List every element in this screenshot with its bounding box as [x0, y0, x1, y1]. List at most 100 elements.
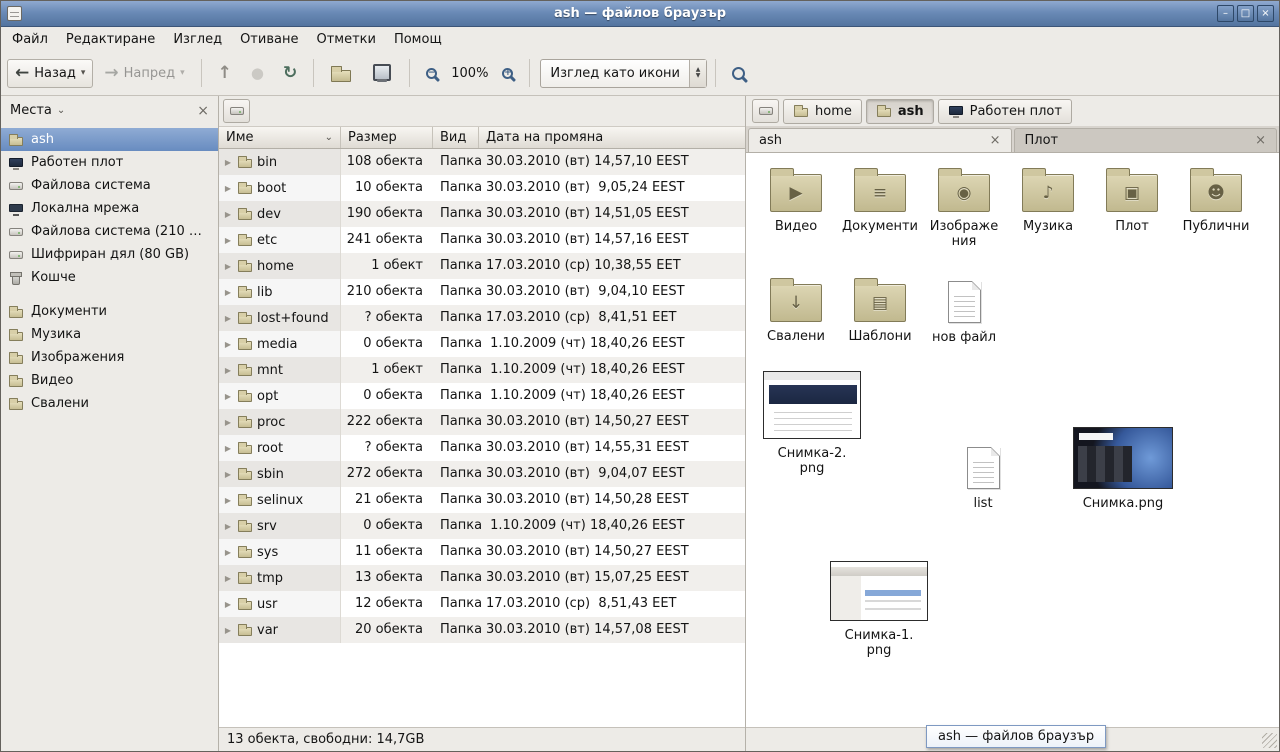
- icon-view-item[interactable]: ↓ Свалени: [754, 275, 838, 345]
- icon-view-item[interactable]: ☻ Публични: [1174, 165, 1258, 249]
- tab[interactable]: ash ×: [748, 128, 1012, 152]
- expander-icon[interactable]: ▶: [223, 314, 233, 323]
- sidebar-item[interactable]: Кошче: [1, 266, 218, 289]
- file-row[interactable]: ▶ sys 11 обекта Папка 30.03.2010 (вт) 14…: [219, 539, 745, 565]
- expander-icon[interactable]: ▶: [223, 340, 233, 349]
- menu-item[interactable]: Отиване: [231, 27, 307, 51]
- expander-icon[interactable]: ▶: [223, 470, 233, 479]
- sidebar-close-icon[interactable]: ×: [197, 104, 209, 118]
- sidebar-item[interactable]: ash: [1, 128, 218, 151]
- file-row[interactable]: ▶ root ? обекта Папка 30.03.2010 (вт) 14…: [219, 435, 745, 461]
- menu-item[interactable]: Редактиране: [57, 27, 164, 51]
- file-row[interactable]: ▶ etc 241 обекта Папка 30.03.2010 (вт) 1…: [219, 227, 745, 253]
- search-button[interactable]: [724, 61, 753, 86]
- file-row[interactable]: ▶ boot 10 обекта Папка 30.03.2010 (вт) 9…: [219, 175, 745, 201]
- forward-button[interactable]: → Напред ▾: [96, 59, 192, 88]
- zoom-in-button[interactable]: +: [494, 62, 521, 85]
- maximize-button[interactable]: □: [1237, 5, 1254, 22]
- column-header-type[interactable]: Вид: [433, 127, 479, 148]
- file-row[interactable]: ▶ tmp 13 обекта Папка 30.03.2010 (вт) 15…: [219, 565, 745, 591]
- sidebar-item[interactable]: Видео: [1, 369, 218, 392]
- expander-icon[interactable]: ▶: [223, 522, 233, 531]
- file-row[interactable]: ▶ selinux 21 обекта Папка 30.03.2010 (вт…: [219, 487, 745, 513]
- sidebar-item[interactable]: Локална мрежа: [1, 197, 218, 220]
- up-button[interactable]: ↑: [210, 59, 240, 88]
- file-row[interactable]: ▶ srv 0 обекта Папка 1.10.2009 (чт) 18,4…: [219, 513, 745, 539]
- file-row[interactable]: ▶ usr 12 обекта Папка 17.03.2010 (ср) 8,…: [219, 591, 745, 617]
- column-header-date[interactable]: Дата на промяна: [479, 127, 745, 148]
- file-row[interactable]: ▶ proc 222 обекта Папка 30.03.2010 (вт) …: [219, 409, 745, 435]
- column-header-name[interactable]: Име ⌄: [219, 127, 341, 148]
- file-row[interactable]: ▶ media 0 обекта Папка 1.10.2009 (чт) 18…: [219, 331, 745, 357]
- sidebar-item[interactable]: Изображения: [1, 346, 218, 369]
- menu-item[interactable]: Помощ: [385, 27, 451, 51]
- sidebar-dropdown-icon[interactable]: ⌄: [57, 105, 65, 116]
- expander-icon[interactable]: ▶: [223, 210, 233, 219]
- icon-canvas[interactable]: ▶ Видео ≡ Документи: [746, 153, 1279, 727]
- sidebar-item[interactable]: Файлова система: [1, 174, 218, 197]
- sidebar-item[interactable]: Свалени: [1, 392, 218, 415]
- icon-view-item[interactable]: ≡ Документи: [838, 165, 922, 249]
- expander-icon[interactable]: ▶: [223, 288, 233, 297]
- combo-spinner-icon[interactable]: ▲▼: [689, 60, 706, 87]
- file-row[interactable]: ▶ mnt 1 обект Папка 1.10.2009 (чт) 18,40…: [219, 357, 745, 383]
- icon-view-item[interactable]: Снимка.png: [1068, 427, 1178, 511]
- sidebar-item[interactable]: Шифриран дял (80 GB): [1, 243, 218, 266]
- sidebar-item[interactable]: Файлова система (210 MB): [1, 220, 218, 243]
- icon-view-item[interactable]: list: [928, 441, 1038, 511]
- tab[interactable]: Плот ×: [1014, 128, 1278, 152]
- reload-button[interactable]: ↻: [275, 59, 305, 88]
- menu-item[interactable]: Файл: [3, 27, 57, 51]
- file-row[interactable]: ▶ lost+found ? обекта Папка 17.03.2010 (…: [219, 305, 745, 331]
- expander-icon[interactable]: ▶: [223, 366, 233, 375]
- file-row[interactable]: ▶ bin 108 обекта Папка 30.03.2010 (вт) 1…: [219, 149, 745, 175]
- file-row[interactable]: ▶ lib 210 обекта Папка 30.03.2010 (вт) 9…: [219, 279, 745, 305]
- sidebar-item[interactable]: Работен плот: [1, 151, 218, 174]
- icon-view-item[interactable]: ▣ Плот: [1090, 165, 1174, 249]
- minimize-button[interactable]: –: [1217, 5, 1234, 22]
- tab-close-icon[interactable]: ×: [990, 134, 1001, 147]
- location-root-button[interactable]: [223, 99, 250, 123]
- stop-button[interactable]: ●: [243, 60, 272, 87]
- path-button[interactable]: Работен плот: [938, 99, 1072, 124]
- sidebar-item[interactable]: Музика: [1, 323, 218, 346]
- back-dropdown-icon[interactable]: ▾: [81, 68, 86, 78]
- zoom-out-button[interactable]: −: [418, 62, 445, 85]
- expander-icon[interactable]: ▶: [223, 158, 233, 167]
- icon-view-item[interactable]: ♪ Музика: [1006, 165, 1090, 249]
- tab-close-icon[interactable]: ×: [1255, 134, 1266, 147]
- menu-item[interactable]: Изглед: [164, 27, 231, 51]
- expander-icon[interactable]: ▶: [223, 236, 233, 245]
- icon-view-item[interactable]: ▤ Шаблони: [838, 275, 922, 345]
- file-row[interactable]: ▶ home 1 обект Папка 17.03.2010 (ср) 10,…: [219, 253, 745, 279]
- path-root-button[interactable]: [752, 99, 779, 123]
- view-mode-select[interactable]: Изглед като икони ▲▼: [540, 59, 707, 88]
- column-header-size[interactable]: Размер: [341, 127, 433, 148]
- icon-view-item[interactable]: нов файл: [922, 275, 1006, 345]
- resize-grip[interactable]: [1262, 733, 1277, 748]
- close-button[interactable]: ×: [1257, 5, 1274, 22]
- expander-icon[interactable]: ▶: [223, 626, 233, 635]
- path-button[interactable]: home: [783, 99, 862, 124]
- icon-view-item[interactable]: ◉ Изображения: [922, 165, 1006, 249]
- expander-icon[interactable]: ▶: [223, 548, 233, 557]
- file-row[interactable]: ▶ dev 190 обекта Папка 30.03.2010 (вт) 1…: [219, 201, 745, 227]
- expander-icon[interactable]: ▶: [223, 184, 233, 193]
- home-button[interactable]: [322, 58, 360, 89]
- expander-icon[interactable]: ▶: [223, 574, 233, 583]
- file-row[interactable]: ▶ sbin 272 обекта Папка 30.03.2010 (вт) …: [219, 461, 745, 487]
- expander-icon[interactable]: ▶: [223, 262, 233, 271]
- back-button[interactable]: ← Назад ▾: [7, 59, 93, 88]
- expander-icon[interactable]: ▶: [223, 418, 233, 427]
- expander-icon[interactable]: ▶: [223, 496, 233, 505]
- file-row[interactable]: ▶ opt 0 обекта Папка 1.10.2009 (чт) 18,4…: [219, 383, 745, 409]
- expander-icon[interactable]: ▶: [223, 444, 233, 453]
- icon-view-item[interactable]: Снимка-2.png: [757, 371, 867, 476]
- path-button[interactable]: ash: [866, 99, 934, 124]
- expander-icon[interactable]: ▶: [223, 392, 233, 401]
- computer-button[interactable]: [363, 58, 401, 89]
- titlebar[interactable]: ash — файлов браузър – □ ×: [1, 1, 1279, 27]
- file-row[interactable]: ▶ var 20 обекта Папка 30.03.2010 (вт) 14…: [219, 617, 745, 643]
- expander-icon[interactable]: ▶: [223, 600, 233, 609]
- icon-view-item[interactable]: Снимка-1.png: [824, 561, 934, 658]
